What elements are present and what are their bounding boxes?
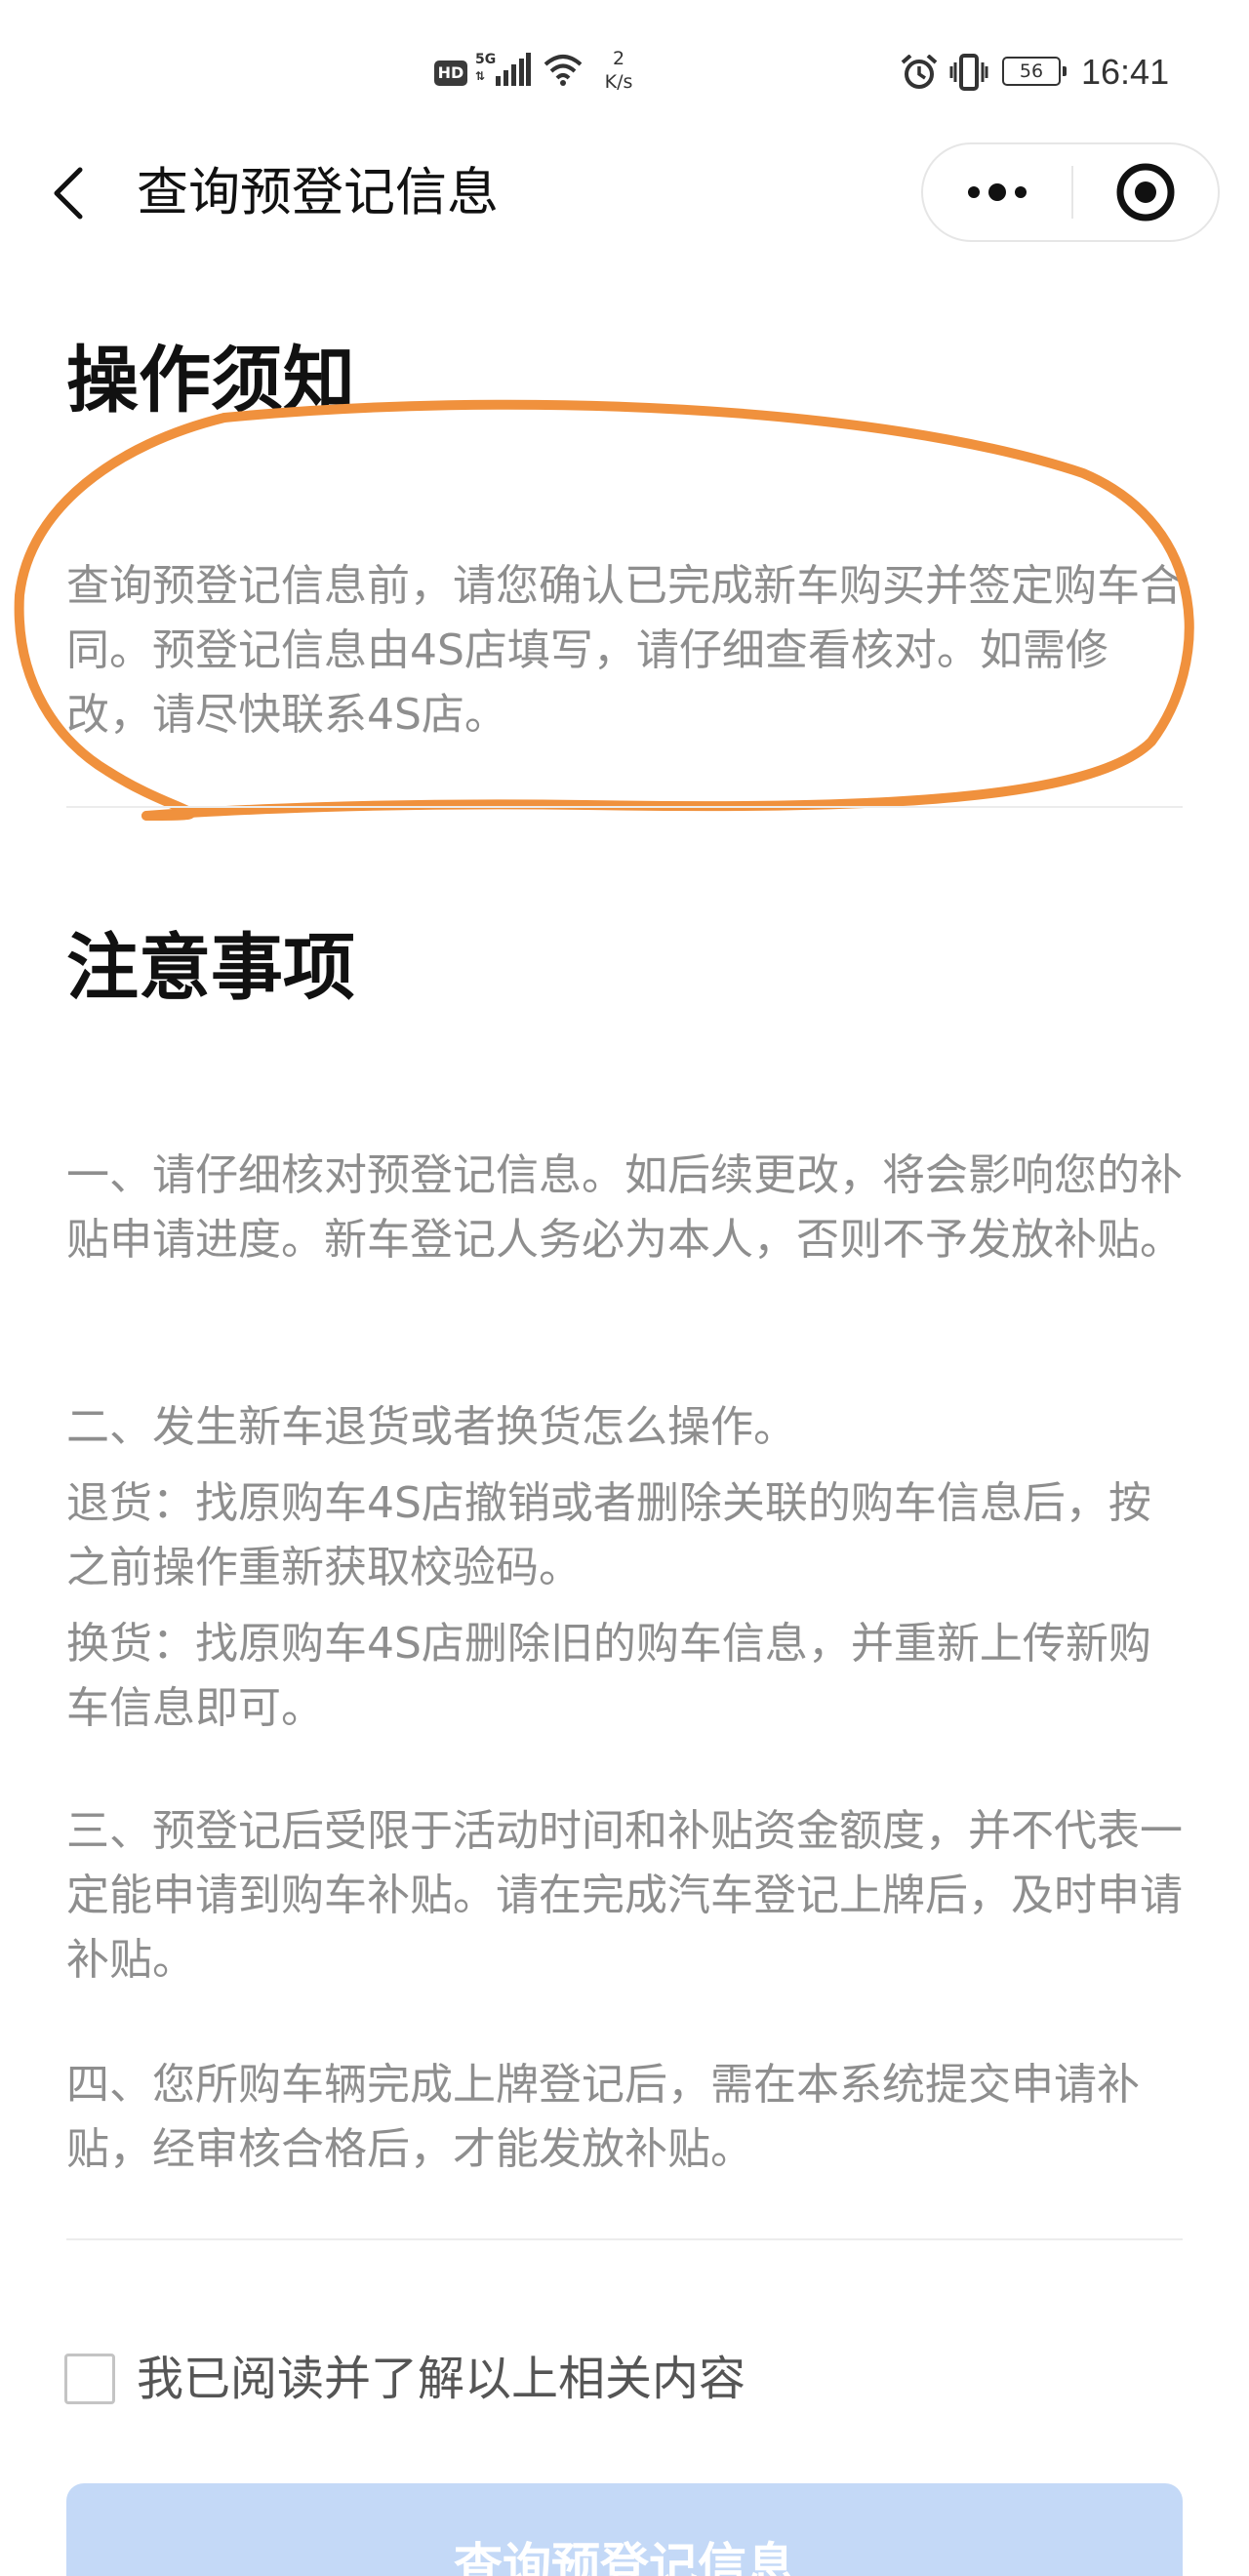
data-arrows-icon: ⇅: [475, 69, 486, 83]
divider: [66, 2238, 1183, 2240]
precaution-item-3: 三、预登记后受限于活动时间和补贴资金额度，并不代表一定能申请到购车补贴。请在完成…: [66, 1806, 1183, 1985]
query-preregistration-button[interactable]: 查询预登记信息: [66, 2483, 1183, 2576]
close-miniprogram-button[interactable]: [1073, 144, 1218, 240]
target-circle-icon: [1116, 163, 1175, 221]
precaution-item-2-return: 退货：找原购车4S店撤销或者删除关联的购车信息后，按之前操作重新获取校验码。: [66, 1478, 1151, 1592]
more-button[interactable]: [923, 144, 1071, 240]
network-type: 5G: [475, 52, 497, 67]
miniprogram-capsule: [921, 142, 1220, 242]
vibrate-icon: [949, 54, 988, 91]
notice-title: 操作须知: [66, 339, 355, 423]
status-bar: HD 5G ⇅ 2 K/s 56 16:41: [0, 0, 1249, 146]
divider: [66, 806, 1183, 808]
battery-icon: 56: [1002, 57, 1067, 86]
network-speed-value: 2: [612, 48, 625, 69]
agreement-label: 我已阅读并了解以上相关内容: [137, 2352, 746, 2406]
signal-icon: [496, 53, 531, 86]
page-title: 查询预登记信息: [137, 163, 499, 222]
back-button[interactable]: [47, 166, 90, 221]
precaution-item-4: 四、您所购车辆完成上牌登记后，需在本系统提交申请补贴，经审核合格后，才能发放补贴…: [66, 2060, 1140, 2174]
alarm-icon: [901, 55, 938, 89]
precaution-item-2-exchange: 换货：找原购车4S店删除旧的购车信息，并重新上传新购车信息即可。: [66, 1619, 1151, 1733]
precaution-item-2-heading: 二、发生新车退货或者换货怎么操作。: [66, 1402, 796, 1452]
network-speed-unit: K/s: [604, 71, 633, 93]
more-dots-icon: [968, 183, 1027, 201]
notice-body: 查询预登记信息前，请您确认已完成新车购买并签定购车合同。预登记信息由4S店填写，…: [66, 561, 1183, 740]
chevron-left-icon: [54, 167, 83, 220]
precautions-title: 注意事项: [66, 926, 355, 1010]
agreement-checkbox[interactable]: [64, 2354, 115, 2404]
network-speed: 2 K/s: [597, 47, 640, 94]
hd-badge: HD: [434, 60, 467, 86]
wifi-icon: [544, 55, 583, 86]
status-time: 16:41: [1081, 52, 1170, 92]
precaution-item-1: 一、请仔细核对预登记信息。如后续更改，将会影响您的补贴申请进度。新车登记人务必为…: [66, 1150, 1183, 1265]
